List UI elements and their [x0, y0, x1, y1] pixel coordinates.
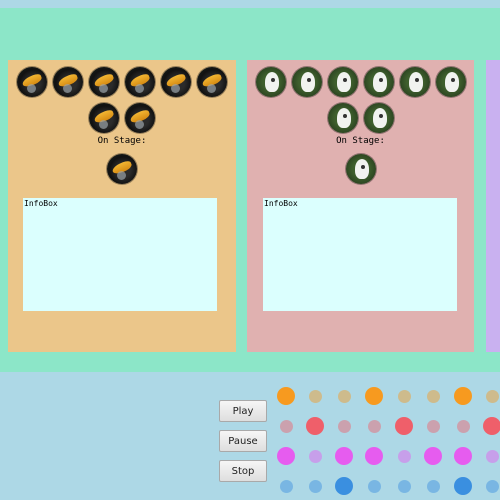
avatar-row: [8, 103, 236, 133]
color-dot: [279, 419, 293, 433]
color-dot: [365, 447, 383, 465]
pause-button[interactable]: Pause: [219, 430, 267, 452]
color-dot: [306, 417, 324, 435]
hornbill-icon[interactable]: [161, 67, 191, 97]
hornbill-icon[interactable]: [17, 67, 47, 97]
seagull-icon[interactable]: [327, 103, 358, 133]
infobox-label: InfoBox: [264, 199, 298, 208]
play-button[interactable]: Play: [219, 400, 267, 422]
color-dot: [485, 479, 499, 493]
color-dot: [485, 449, 499, 463]
stage-area: On Stage: InfoBox On Stage: InfoBox: [0, 8, 500, 372]
color-dot: [308, 389, 322, 403]
color-dot: [454, 387, 472, 405]
color-dot: [365, 387, 383, 405]
hornbill-icon[interactable]: [89, 67, 119, 97]
color-dot: [367, 419, 381, 433]
on-stage-avatar: [8, 154, 236, 184]
on-stage-label: On Stage:: [336, 136, 385, 146]
color-dot: [397, 389, 411, 403]
seagull-icon[interactable]: [435, 67, 466, 97]
seagull-icon[interactable]: [327, 67, 358, 97]
seagull-icon[interactable]: [255, 67, 286, 97]
avatar-row: [247, 67, 474, 97]
color-dot: [454, 477, 472, 495]
on-stage-avatar: [247, 154, 474, 184]
color-dot: [426, 389, 440, 403]
color-dot: [485, 389, 499, 403]
color-dot: [335, 447, 353, 465]
color-dot: [308, 479, 322, 493]
hornbill-icon[interactable]: [197, 67, 227, 97]
color-dot: [308, 449, 322, 463]
color-dot: [337, 419, 351, 433]
color-dot: [279, 479, 293, 493]
color-dot: [397, 449, 411, 463]
hornbill-icon[interactable]: [89, 103, 119, 133]
color-dot: [277, 447, 295, 465]
seagull-icon[interactable]: [291, 67, 322, 97]
infobox: InfoBox: [23, 198, 217, 311]
color-dot: [397, 479, 411, 493]
color-dot: [456, 419, 470, 433]
color-dot: [367, 479, 381, 493]
color-dot: [426, 419, 440, 433]
color-dot: [277, 387, 295, 405]
hornbill-icon[interactable]: [107, 154, 137, 184]
infobox: InfoBox: [263, 198, 457, 311]
top-strip: [0, 0, 500, 8]
panel-partial: [486, 60, 500, 352]
seagull-icon[interactable]: [363, 67, 394, 97]
panel-hornbill: On Stage: InfoBox: [8, 60, 236, 352]
on-stage-label: On Stage:: [97, 136, 147, 146]
stop-button[interactable]: Stop: [219, 460, 267, 482]
color-dot: [337, 389, 351, 403]
infobox-label: InfoBox: [24, 199, 58, 208]
seagull-icon[interactable]: [363, 103, 394, 133]
avatar-row: [247, 103, 474, 133]
color-dot: [395, 417, 413, 435]
hornbill-icon[interactable]: [125, 103, 155, 133]
color-dot: [426, 479, 440, 493]
color-dot: [483, 417, 500, 435]
color-dot: [424, 447, 442, 465]
color-dot: [335, 477, 353, 495]
hornbill-icon[interactable]: [125, 67, 155, 97]
seagull-icon[interactable]: [345, 154, 376, 184]
hornbill-icon[interactable]: [53, 67, 83, 97]
avatar-row: [8, 67, 236, 97]
color-dot: [454, 447, 472, 465]
panel-seagull: On Stage: InfoBox: [247, 60, 474, 352]
seagull-icon[interactable]: [399, 67, 430, 97]
